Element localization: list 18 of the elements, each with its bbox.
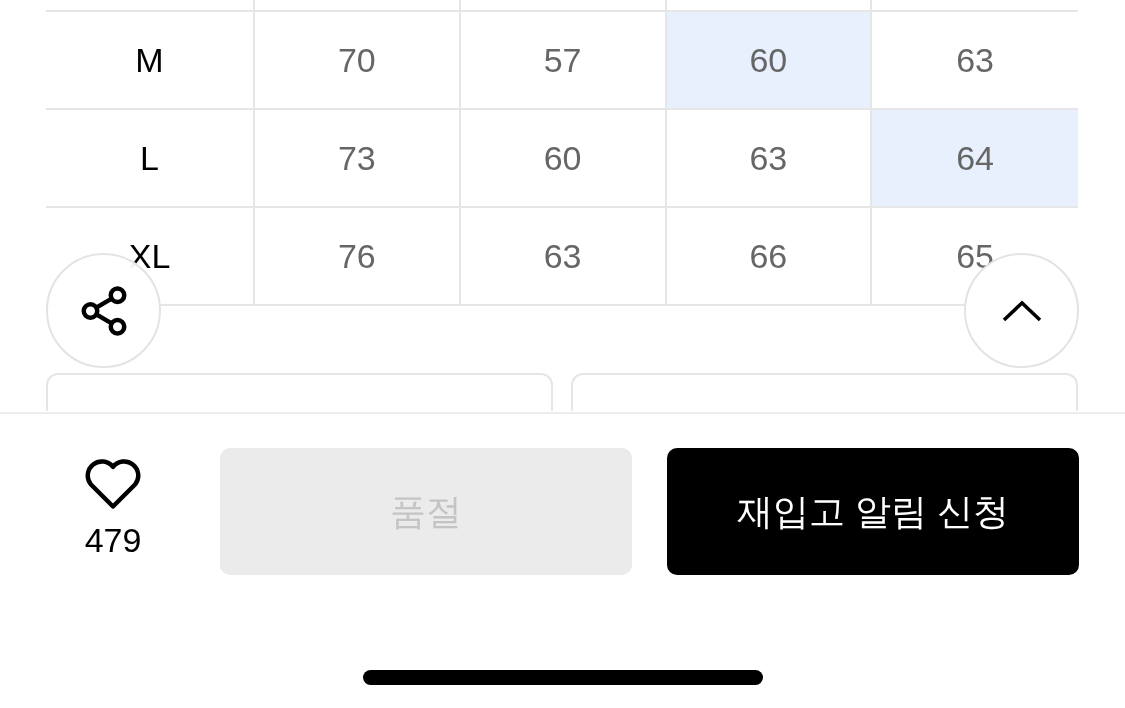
size-label: M — [135, 39, 164, 81]
restock-alert-button[interactable]: 재입고 알림 신청 — [667, 448, 1079, 575]
size-label: L — [140, 137, 159, 179]
table-cell: 63 — [666, 110, 873, 208]
size-label: XL — [128, 235, 171, 277]
measure-input-button[interactable] — [571, 373, 1078, 411]
table-cell: 63 — [460, 208, 667, 306]
table-cell: 70 — [255, 12, 461, 110]
chevron-up-icon — [1000, 298, 1043, 323]
heart-icon — [83, 457, 143, 509]
table-cell: 57 — [460, 12, 667, 110]
table-cell: 60 — [460, 110, 667, 208]
table-cell: 60 — [666, 12, 873, 110]
table-cell: 66 — [666, 208, 873, 306]
table-cell: 73 — [255, 110, 461, 208]
table-cell: 76 — [255, 208, 461, 306]
table-cell: 64 — [872, 110, 1078, 208]
like-count: 479 — [84, 520, 142, 561]
